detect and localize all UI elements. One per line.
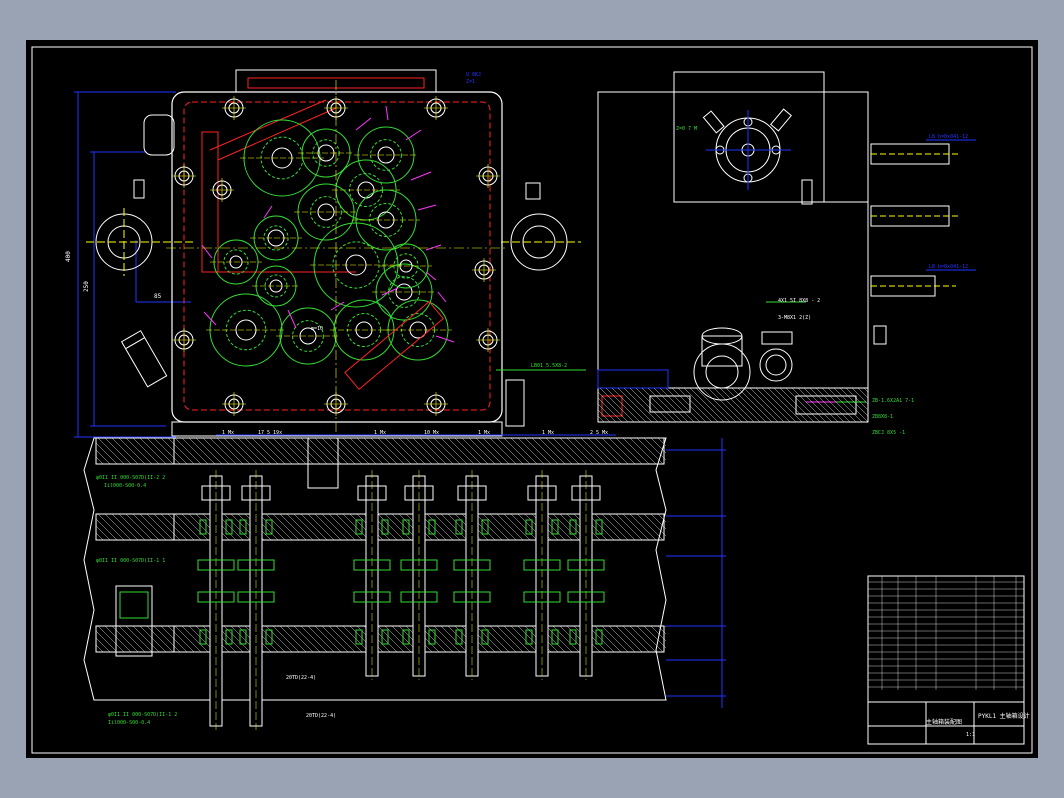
bolt-0 [222, 96, 246, 120]
scale-text: 1:1 [966, 732, 975, 738]
side-view: Z=0 7 M LB b=8x041-12 LB b=8x041-12 4X1 … [597, 71, 976, 436]
bolt-10 [210, 178, 234, 202]
leader-3 [410, 171, 432, 181]
shafts [197, 470, 605, 730]
bolt-5 [172, 328, 196, 352]
section-note-4: φ0I1 II 000-S07D(II-1 2 [108, 712, 177, 718]
hatch-side-base [597, 387, 869, 423]
leader-0 [355, 117, 372, 131]
top-note: U 8KJ [466, 72, 481, 78]
gear-8 [310, 222, 402, 308]
svg-text:1 Mx: 1 Mx [222, 430, 234, 436]
gear-11 [206, 293, 286, 367]
svg-text:10 Mx: 10 Mx [424, 430, 439, 436]
bolt-3 [172, 164, 196, 188]
leader-14 [435, 335, 455, 343]
leader-5 [425, 244, 442, 251]
right-note-2: LB b=8x041-12 [929, 264, 968, 270]
gear-12 [276, 307, 340, 365]
leader-9 [201, 244, 213, 259]
svg-text:1 Mx: 1 Mx [542, 430, 554, 436]
section-note-1: φ0I1 II 000-S07D(II-2 2 [96, 475, 165, 481]
mid-note-1: 4X1 5I 8X8 - 2 [778, 298, 820, 304]
leader-7 [437, 291, 447, 303]
title-text: PYKL1 主轴箱设计 [978, 712, 1030, 720]
shaft-6 [567, 470, 605, 680]
dim-ticks-row: 1 Mx 17 5 19x 1 Mx 10 Mx 1 Mx 1 Mx 2 5 M… [216, 430, 616, 436]
leader-2 [405, 129, 422, 141]
svg-text:1 Mx: 1 Mx [374, 430, 386, 436]
angle-note: Z=0 7 M [676, 126, 697, 132]
gear-15 [380, 243, 432, 289]
shaft-3 [400, 470, 438, 680]
shaft-0 [197, 470, 235, 730]
dim-400: 400 [65, 251, 72, 262]
gear-6 [250, 215, 302, 261]
bolt-11 [472, 258, 496, 282]
cad-viewport[interactable]: 400 250 85 LB01 5.5X8-2 U 8KJ Z=1 m=10 1… [0, 0, 1064, 798]
gear-1 [298, 128, 354, 178]
front-view: 400 250 85 LB01 5.5X8-2 U 8KJ Z=1 m=10 [65, 69, 586, 438]
dim-250: 250 [83, 281, 90, 292]
gear-4 [294, 183, 358, 241]
bot-note-2: ZB8X8-1 [872, 414, 893, 420]
section-note-3: φ0I1 II 000-S07D(II-1 1 [96, 558, 165, 564]
section-note-2: Iil000-S00-0.4 [104, 483, 146, 489]
gear-14 [384, 299, 452, 361]
bolt-6 [476, 328, 500, 352]
shaft-note-1: 20TD(22-4) [286, 675, 316, 681]
bolt-2 [424, 96, 448, 120]
right-note-1: LB b=8x041-12 [929, 134, 968, 140]
flange-note: LB01 5.5X8-2 [531, 363, 567, 369]
bolt-9 [424, 392, 448, 416]
bot-note-3: ZBCJ 8X5 -1 [872, 430, 905, 436]
leader-4 [417, 204, 437, 211]
svg-text:1 Mx: 1 Mx [478, 430, 490, 436]
top-note-2: Z=1 [466, 79, 475, 85]
cad-drawing: 400 250 85 LB01 5.5X8-2 U 8KJ Z=1 m=10 1… [31, 46, 1033, 754]
mid-note-2: 3-M8X1 2(Z) [778, 315, 811, 321]
leader-1 [385, 105, 389, 121]
drawing-number: 主轴箱装配图 [926, 718, 962, 726]
drawing-sheet: 400 250 85 LB01 5.5X8-2 U 8KJ Z=1 m=10 1… [26, 40, 1038, 758]
shaft-1 [237, 470, 275, 730]
section-note-5: Iil000-S00-0.4 [108, 720, 150, 726]
shaft-note-2: 20TD(22-4) [306, 713, 336, 719]
gear-2 [354, 126, 418, 184]
svg-text:17 5 19x: 17 5 19x [258, 430, 282, 436]
section-view: φ0I1 II 000-S07D(II-2 2 Iil000-S00-0.4 φ… [83, 437, 726, 730]
shaft-2 [353, 470, 391, 680]
svg-text:2 5 Mx: 2 5 Mx [590, 430, 608, 436]
gear-center-note: m=10 [311, 326, 323, 332]
bolt-4 [476, 164, 500, 188]
bot-note-1: ZB-1.6X2A1 7-1 [872, 398, 914, 404]
dim-85: 85 [154, 293, 162, 300]
bolt-7 [222, 392, 246, 416]
gear-5 [352, 189, 420, 251]
gear-train [206, 119, 452, 367]
title-block: PYKL1 主轴箱设计 主轴箱装配图 1:1 [867, 575, 1030, 745]
